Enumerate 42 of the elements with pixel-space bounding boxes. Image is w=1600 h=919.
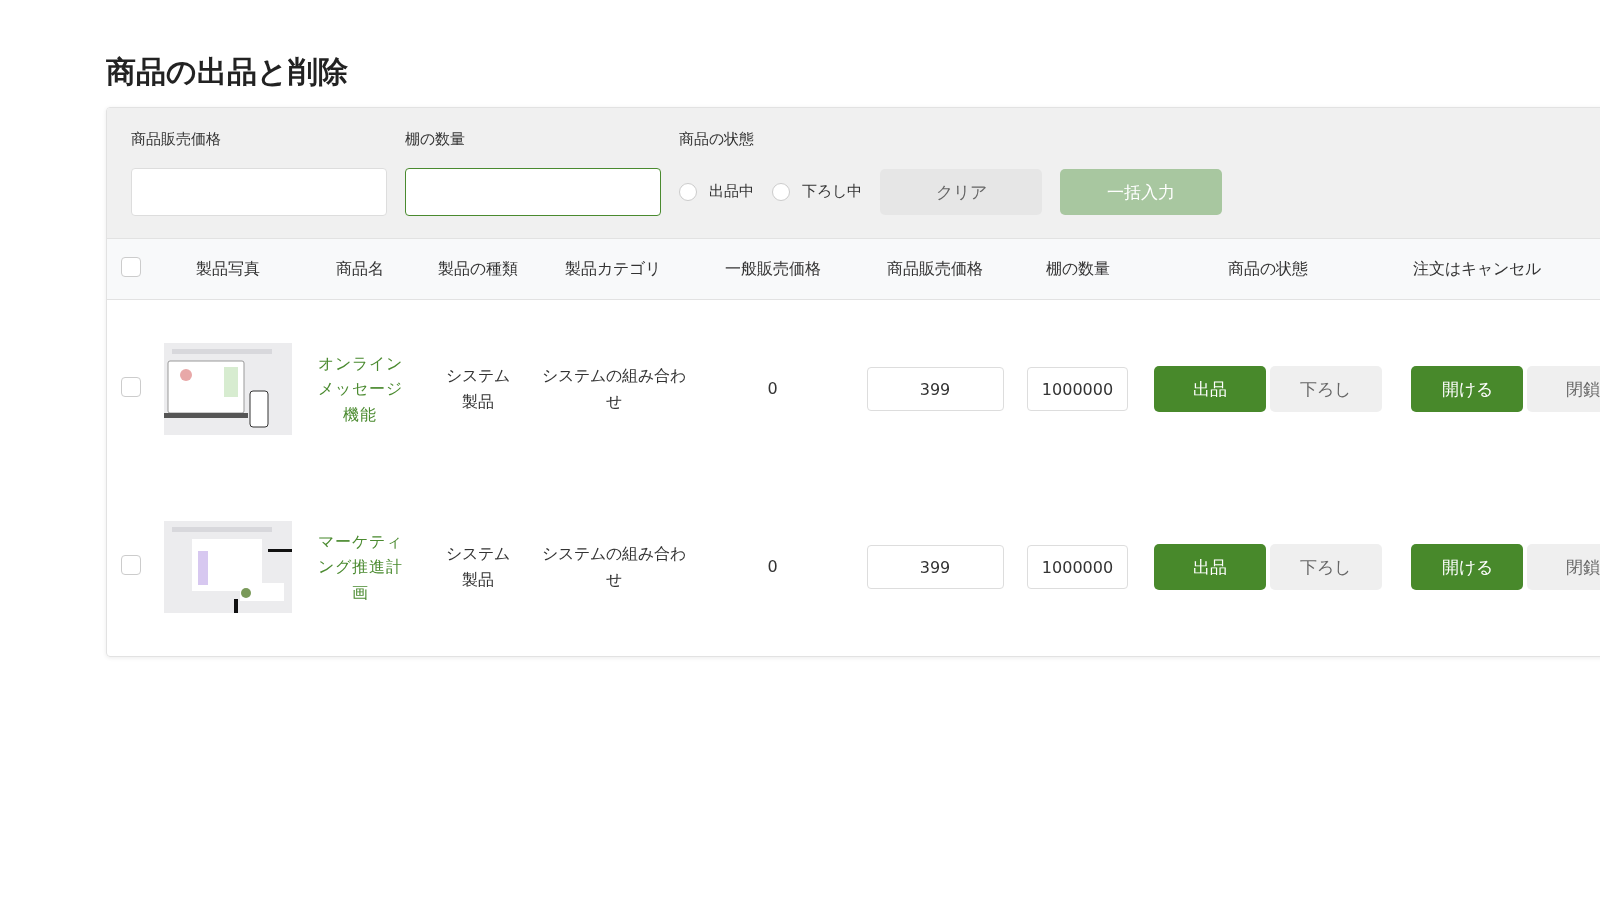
field-label: 商品の状態 <box>679 130 755 150</box>
product-name-link[interactable]: オンラインメッセージ機能 <box>315 350 405 428</box>
cancel-toggle-button[interactable]: 開ける <box>1411 366 1523 412</box>
column-header: 商品の状態 <box>1140 239 1395 300</box>
cancel-toggle-button[interactable]: 閉鎖 <box>1527 366 1600 412</box>
status-toggle-button[interactable]: 出品 <box>1153 366 1266 412</box>
quantity-field[interactable]: 1000000 <box>1027 545 1128 589</box>
column-header: 製品カテゴリ <box>535 239 690 300</box>
column-header: 商品名 <box>300 239 420 300</box>
radio-label: 下ろし中 <box>802 182 862 202</box>
column-header: 一般販売価格 <box>690 239 855 300</box>
product-category: システムの組み合わせ <box>541 365 687 413</box>
checkbox[interactable] <box>121 377 141 397</box>
price-field[interactable]: 399 <box>866 545 1004 589</box>
status-toggle-button[interactable]: 下ろし <box>1269 544 1382 590</box>
status-toggle-button[interactable]: 下ろし <box>1269 366 1382 412</box>
product-type: システム製品 <box>444 543 511 591</box>
general-price: 0 <box>767 378 778 401</box>
input-field[interactable] <box>405 168 661 216</box>
field-label: 商品販売価格 <box>131 130 222 150</box>
product-type: システム製品 <box>444 365 511 413</box>
product-category: システムの組み合わせ <box>541 543 687 591</box>
column-header: 商品販売価格 <box>855 239 1015 300</box>
cancel-toggle-button[interactable]: 開ける <box>1411 544 1523 590</box>
product-name-link[interactable]: マーケティング推進計画 <box>315 528 405 606</box>
page-title: 商品の出品と削除 <box>106 53 348 91</box>
radio-button[interactable] <box>772 183 790 201</box>
radio-button[interactable] <box>679 183 697 201</box>
clear-button[interactable]: クリア <box>880 169 1042 215</box>
column-header: 注文はキャンセル <box>1395 239 1600 300</box>
general-price: 0 <box>767 556 778 579</box>
column-header: 棚の数量 <box>1015 239 1140 300</box>
checkbox[interactable] <box>121 555 141 575</box>
checkbox[interactable] <box>121 257 141 277</box>
quantity-field[interactable]: 1000000 <box>1027 367 1128 411</box>
field-label: 棚の数量 <box>405 130 466 150</box>
column-header: 製品の種類 <box>420 239 535 300</box>
price-field[interactable]: 399 <box>866 367 1004 411</box>
status-toggle-button[interactable]: 出品 <box>1153 544 1266 590</box>
cancel-toggle-button[interactable]: 閉鎖 <box>1527 544 1600 590</box>
radio-label: 出品中 <box>709 182 754 202</box>
column-header: 製品写真 <box>155 239 300 300</box>
